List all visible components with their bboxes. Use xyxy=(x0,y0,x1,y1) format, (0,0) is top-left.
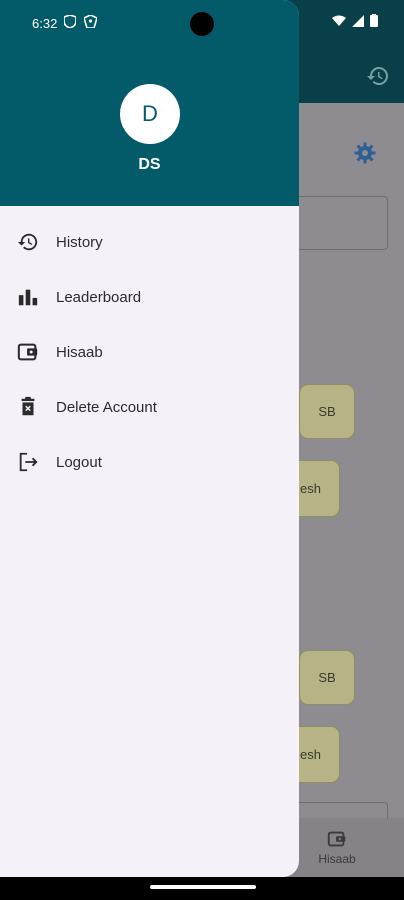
gear-icon xyxy=(354,142,376,164)
menu-item-label: Logout xyxy=(56,453,102,471)
background-chip: SB xyxy=(299,384,355,439)
menu-item-delete-account[interactable]: Delete Account xyxy=(16,387,157,427)
menu-item-label: History xyxy=(56,233,103,251)
wallet-icon xyxy=(16,340,40,364)
chip-label: SB xyxy=(318,404,336,419)
menu-item-history[interactable]: History xyxy=(16,222,103,262)
camera-cutout xyxy=(190,12,214,36)
background-chip: SB xyxy=(299,650,355,705)
shield-icon xyxy=(64,15,76,28)
logout-icon xyxy=(16,450,40,474)
vpn-icon xyxy=(84,15,97,28)
history-icon xyxy=(367,67,388,85)
status-icons-right xyxy=(332,14,378,27)
menu-item-logout[interactable]: Logout xyxy=(16,442,102,482)
status-icons-left xyxy=(64,15,97,28)
battery-icon xyxy=(370,14,378,27)
home-indicator[interactable] xyxy=(150,885,256,889)
wallet-icon xyxy=(327,831,346,847)
menu-item-label: Hisaab xyxy=(56,343,103,361)
status-time: 6:32 xyxy=(32,16,58,31)
menu-item-label: Leaderboard xyxy=(56,288,142,306)
menu-item-hisaab[interactable]: Hisaab xyxy=(16,332,103,372)
history-icon xyxy=(16,230,40,254)
user-name: DS xyxy=(138,156,161,173)
nav-label: Hisaab xyxy=(318,852,356,866)
drawer-header: 6:32 D DS xyxy=(0,0,299,206)
trash-icon xyxy=(16,395,40,419)
avatar-initial: D xyxy=(142,101,158,126)
navigation-drawer[interactable]: 6:32 D DS History Leaderboard Hisaab Del… xyxy=(0,0,299,877)
wifi-icon xyxy=(332,15,346,26)
chip-label: esh xyxy=(300,747,321,762)
signal-icon xyxy=(352,14,364,27)
avatar[interactable]: D xyxy=(120,84,180,144)
screen: SB esh SB esh Hisaab 6:32 D DS History L… xyxy=(0,0,404,877)
background-nav-hisaab: Hisaab xyxy=(312,828,362,866)
chip-label: esh xyxy=(300,481,321,496)
menu-item-label: Delete Account xyxy=(56,398,157,416)
leaderboard-icon xyxy=(16,285,40,309)
menu-item-leaderboard[interactable]: Leaderboard xyxy=(16,277,141,317)
chip-label: SB xyxy=(318,670,336,685)
